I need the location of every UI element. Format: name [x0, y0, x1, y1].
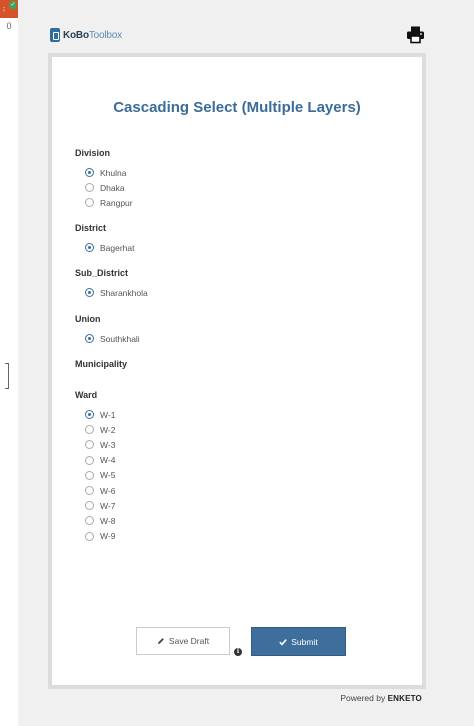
radio-option-label: W-5 [100, 470, 116, 481]
radio-unchecked-icon[interactable] [85, 455, 94, 465]
radio-option[interactable]: W-9 [85, 529, 115, 544]
radio-option-label: W-9 [100, 531, 116, 542]
radio-option[interactable]: W-7 [85, 498, 115, 513]
radio-option[interactable]: Rangpur [85, 195, 133, 210]
dots-icon: ⁝ [3, 7, 6, 14]
question-label: District [75, 223, 107, 233]
radio-option[interactable]: W-2 [85, 422, 115, 437]
radio-unchecked-icon[interactable] [85, 531, 94, 541]
logo-icon [50, 28, 60, 42]
question-ward: Ward W-1 W-2 W-3 W-4 W-5 W-6 W-7 W-8 W-9 [75, 389, 115, 544]
radio-option[interactable]: Sharankhola [85, 285, 148, 300]
radio-unchecked-icon[interactable] [85, 183, 94, 193]
form-card: Cascading Select (Multiple Layers) Divis… [48, 53, 426, 689]
radio-checked-icon[interactable] [85, 410, 94, 420]
radio-option-label: W-4 [100, 455, 116, 466]
question-sub-district: Sub_District Sharankhola [75, 267, 148, 300]
pencil-icon [157, 638, 164, 644]
side-strip: ⁝ ✓ 0 [0, 0, 18, 726]
radio-option-label: Khulna [100, 167, 127, 178]
question-division: Division Khulna Dhaka Rangpur [75, 147, 133, 211]
radio-option-label: Dhaka [100, 182, 125, 193]
logo-text-light: Toolbox [88, 29, 122, 41]
save-draft-label: Save Draft [168, 636, 210, 646]
radio-option[interactable]: W-8 [85, 513, 115, 528]
radio-option[interactable]: Bagerhat [85, 240, 135, 255]
powered-by-text: Powered by [340, 693, 386, 703]
question-label: Division [75, 148, 111, 158]
radio-checked-icon[interactable] [85, 288, 94, 298]
radio-option-label: W-8 [100, 515, 116, 526]
radio-option[interactable]: Khulna [85, 165, 133, 180]
checkmark-icon [279, 638, 288, 646]
radio-option[interactable]: Southkhali [85, 331, 140, 346]
save-draft-button[interactable]: Save Draft [136, 627, 230, 655]
question-union: Union Southkhali [75, 313, 140, 346]
print-icon [407, 26, 424, 44]
header: KoBoToolbox [50, 25, 430, 45]
radio-checked-icon[interactable] [85, 243, 94, 253]
radio-option-label: W-3 [100, 439, 116, 450]
radio-option[interactable]: W-5 [85, 468, 115, 483]
radio-unchecked-icon[interactable] [85, 470, 94, 480]
radio-option[interactable]: W-6 [85, 483, 115, 498]
radio-unchecked-icon[interactable] [85, 198, 94, 208]
radio-option-label: Sharankhola [100, 287, 148, 298]
radio-option-label: W-1 [100, 409, 116, 420]
question-district: District Bagerhat [75, 222, 135, 255]
question-label: Municipality [75, 359, 128, 369]
radio-unchecked-icon[interactable] [85, 516, 94, 526]
logo-text-bold: KoBo [63, 29, 89, 41]
radio-option-label: Rangpur [100, 197, 133, 208]
submit-button[interactable]: Submit [251, 627, 346, 656]
radio-checked-icon[interactable] [85, 168, 94, 178]
info-icon[interactable]: i [234, 648, 242, 656]
radio-option[interactable]: W-3 [85, 437, 115, 452]
submit-label: Submit [291, 636, 318, 647]
radio-option[interactable]: Dhaka [85, 180, 133, 195]
question-municipality: Municipality [75, 358, 127, 376]
print-button[interactable] [406, 25, 425, 44]
side-panel-handle[interactable] [5, 363, 9, 389]
radio-option-label: W-6 [100, 485, 116, 496]
form-title: Cascading Select (Multiple Layers) [113, 99, 361, 116]
question-label: Sub_District [75, 268, 129, 278]
question-label: Ward [75, 390, 98, 400]
status-badge[interactable]: ⁝ ✓ [0, 0, 18, 18]
radio-checked-icon[interactable] [85, 334, 94, 344]
powered-by: Powered by ENKETO [340, 693, 422, 703]
radio-unchecked-icon[interactable] [85, 425, 94, 435]
radio-option-label: W-7 [100, 500, 116, 511]
radio-option-label: W-2 [100, 424, 116, 435]
radio-option[interactable]: W-4 [85, 453, 115, 468]
queue-count: 0 [6, 21, 12, 31]
radio-option-label: Southkhali [100, 333, 140, 344]
check-icon: ✓ [9, 1, 17, 9]
kobotoolbox-logo: KoBoToolbox [50, 26, 122, 44]
radio-unchecked-icon[interactable] [85, 501, 94, 511]
radio-option[interactable]: W-1 [85, 407, 115, 422]
radio-unchecked-icon[interactable] [85, 486, 94, 496]
enketo-logo: ENKETO [387, 694, 422, 703]
radio-option-label: Bagerhat [100, 242, 135, 253]
radio-unchecked-icon[interactable] [85, 440, 94, 450]
question-label: Union [75, 314, 101, 324]
